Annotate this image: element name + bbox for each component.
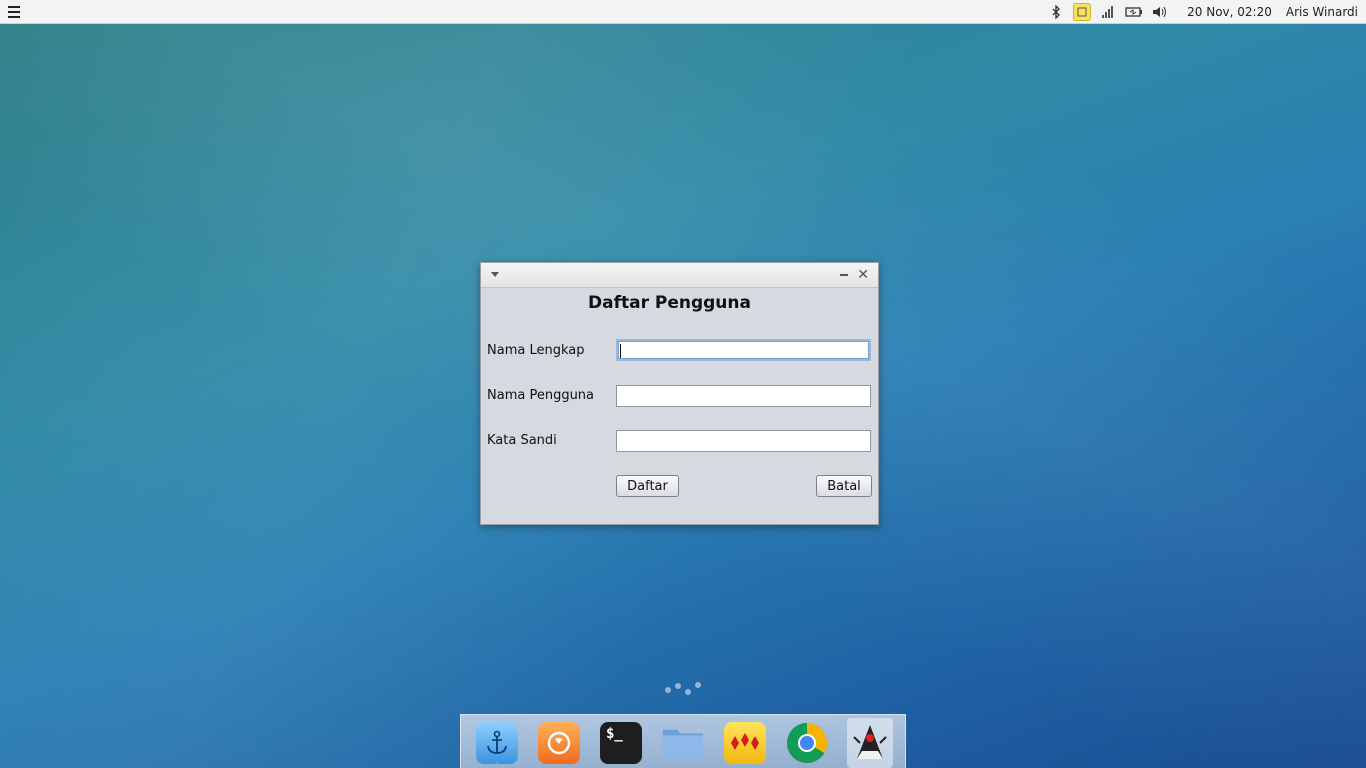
battery-icon[interactable] — [1125, 3, 1143, 21]
full-name-input[interactable] — [616, 339, 871, 361]
close-icon[interactable]: ✕ — [857, 266, 869, 284]
firefox-icon[interactable] — [538, 722, 580, 764]
chrome-icon[interactable] — [786, 722, 828, 764]
username-input[interactable] — [616, 385, 871, 407]
dialog-heading: Daftar Pengguna — [588, 293, 751, 313]
dock: $_ — [460, 714, 906, 768]
java-duke-icon[interactable] — [847, 718, 893, 768]
top-panel: 20 Nov, 02:20 Aris Winardi — [0, 0, 1366, 24]
system-tray: 20 Nov, 02:20 Aris Winardi — [1043, 0, 1366, 24]
bluetooth-icon[interactable] — [1047, 3, 1065, 21]
cards-game-icon[interactable] — [724, 722, 766, 764]
anchor-icon[interactable] — [476, 722, 518, 764]
full-name-label: Nama Lengkap — [487, 343, 585, 358]
cancel-button[interactable]: Batal — [816, 475, 872, 497]
panel-clock[interactable]: 20 Nov, 02:20 — [1187, 5, 1272, 19]
register-user-dialog: ✕ Daftar Pengguna Nama Lengkap Nama Peng… — [480, 262, 879, 525]
window-menu-arrow-icon[interactable] — [491, 272, 499, 277]
signal-icon[interactable] — [1099, 3, 1117, 21]
terminal-icon[interactable]: $_ — [600, 722, 642, 764]
volume-icon[interactable] — [1151, 3, 1169, 21]
loading-spinner — [664, 682, 704, 696]
hamburger-menu-icon[interactable] — [8, 6, 20, 18]
password-input[interactable] — [616, 430, 871, 452]
text-caret — [620, 344, 621, 358]
panel-user-name[interactable]: Aris Winardi — [1286, 5, 1358, 19]
username-label: Nama Pengguna — [487, 388, 595, 403]
register-button[interactable]: Daftar — [616, 475, 679, 497]
sticky-note-icon[interactable] — [1073, 3, 1092, 21]
password-label: Kata Sandi — [487, 433, 557, 448]
minimize-icon[interactable] — [840, 274, 848, 276]
folder-icon[interactable] — [662, 722, 704, 764]
dialog-titlebar[interactable]: ✕ — [481, 263, 878, 288]
